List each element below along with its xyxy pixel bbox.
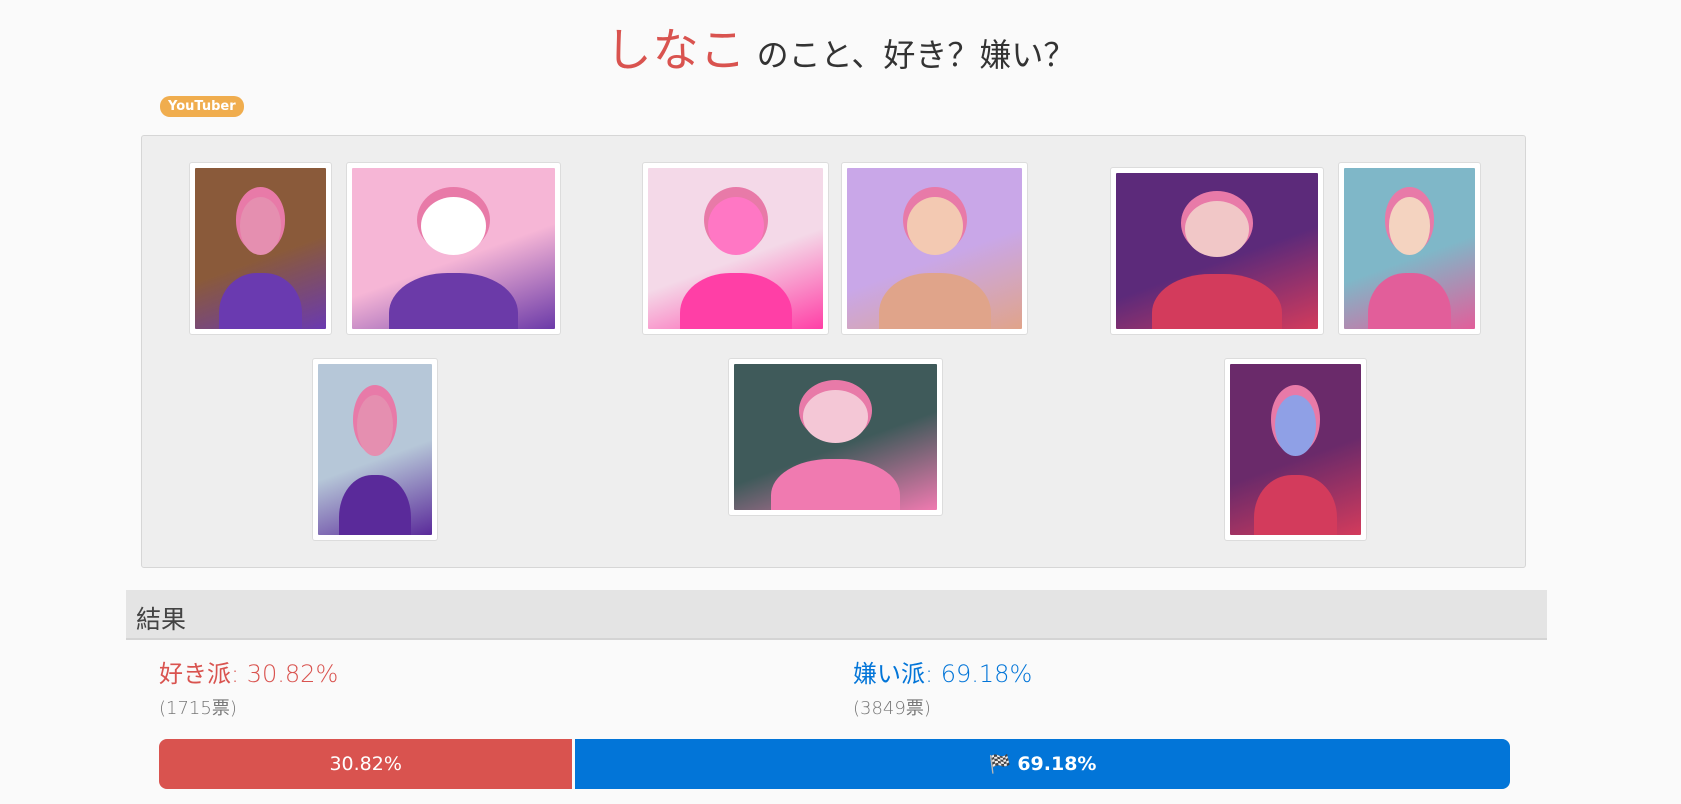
gallery-photo[interactable] [841,162,1028,335]
dislike-bar-text: 69.18% [1017,753,1097,775]
result-heading: 結果 [136,605,187,634]
photo-figure-head [803,390,868,443]
photo-image [352,168,555,329]
dislike-separator: : [925,660,934,688]
dislike-label: 嫌い派 [853,660,925,688]
like-stat: 好き派: 30.82% [159,654,338,689]
like-bar-segment: 30.82% [159,739,576,789]
photo-figure-head [421,196,486,255]
photo-figure-body [1152,274,1282,329]
photo-figure-body [388,272,519,329]
photo-image [318,364,432,535]
result-progress-bar: 30.82% 🏁 69.18% [159,739,1510,789]
like-bar-text: 30.82% [329,753,402,775]
gallery-photo[interactable] [312,358,438,541]
gallery-photo[interactable] [1110,167,1324,335]
photo-figure-body [1253,475,1338,535]
photo-image [1116,173,1318,329]
photo-figure-body [770,458,901,510]
dislike-bar-segment: 🏁 69.18% [575,739,1510,789]
photo-image [648,168,823,329]
photo-figure-head [1388,196,1431,255]
like-votes: (1715票) [159,698,237,719]
photo-figure-head [1274,394,1317,457]
photo-figure-head [239,196,282,255]
like-percent: 30.82% [246,660,339,688]
subject-name: しなこ [605,23,747,77]
gallery-photo[interactable] [1224,358,1367,541]
category-tag[interactable]: YouTuber [160,96,244,117]
dislike-stat: 嫌い派: 69.18% [853,654,1032,689]
like-label: 好き派 [159,660,231,688]
flag-icon: 🏁 [988,753,1012,775]
gallery-photo[interactable] [346,162,561,335]
photo-figure-head [356,394,394,457]
title-question: のこと、好き？嫌い？ [756,36,1076,74]
photo-image [847,168,1022,329]
photo-figure-head [1184,201,1250,258]
photo-figure-body [338,475,412,535]
gallery-photo[interactable] [1338,162,1481,335]
gallery-photo[interactable] [642,162,829,335]
like-separator: : [231,660,240,688]
dislike-percent: 69.18% [940,660,1033,688]
photo-figure-body [1367,272,1452,329]
photo-figure-body [878,272,991,329]
photo-image [734,364,937,510]
gallery-photo[interactable] [728,358,943,516]
page-title: しなこ のこと、好き？嫌い？ [0,14,1681,80]
gallery-photo[interactable] [189,162,332,335]
photo-figure-body [679,272,792,329]
result-header: 結果 [126,590,1547,640]
page: しなこ のこと、好き？嫌い？ YouTuber 結果 好き派: 30.82% (… [0,0,1681,804]
photo-figure-head [707,196,764,255]
photo-image [1230,364,1361,535]
dislike-votes: (3849票) [853,698,931,719]
photo-figure-head [906,196,963,255]
photo-image [195,168,326,329]
photo-image [1344,168,1475,329]
photo-gallery [141,135,1526,568]
photo-figure-body [218,272,303,329]
